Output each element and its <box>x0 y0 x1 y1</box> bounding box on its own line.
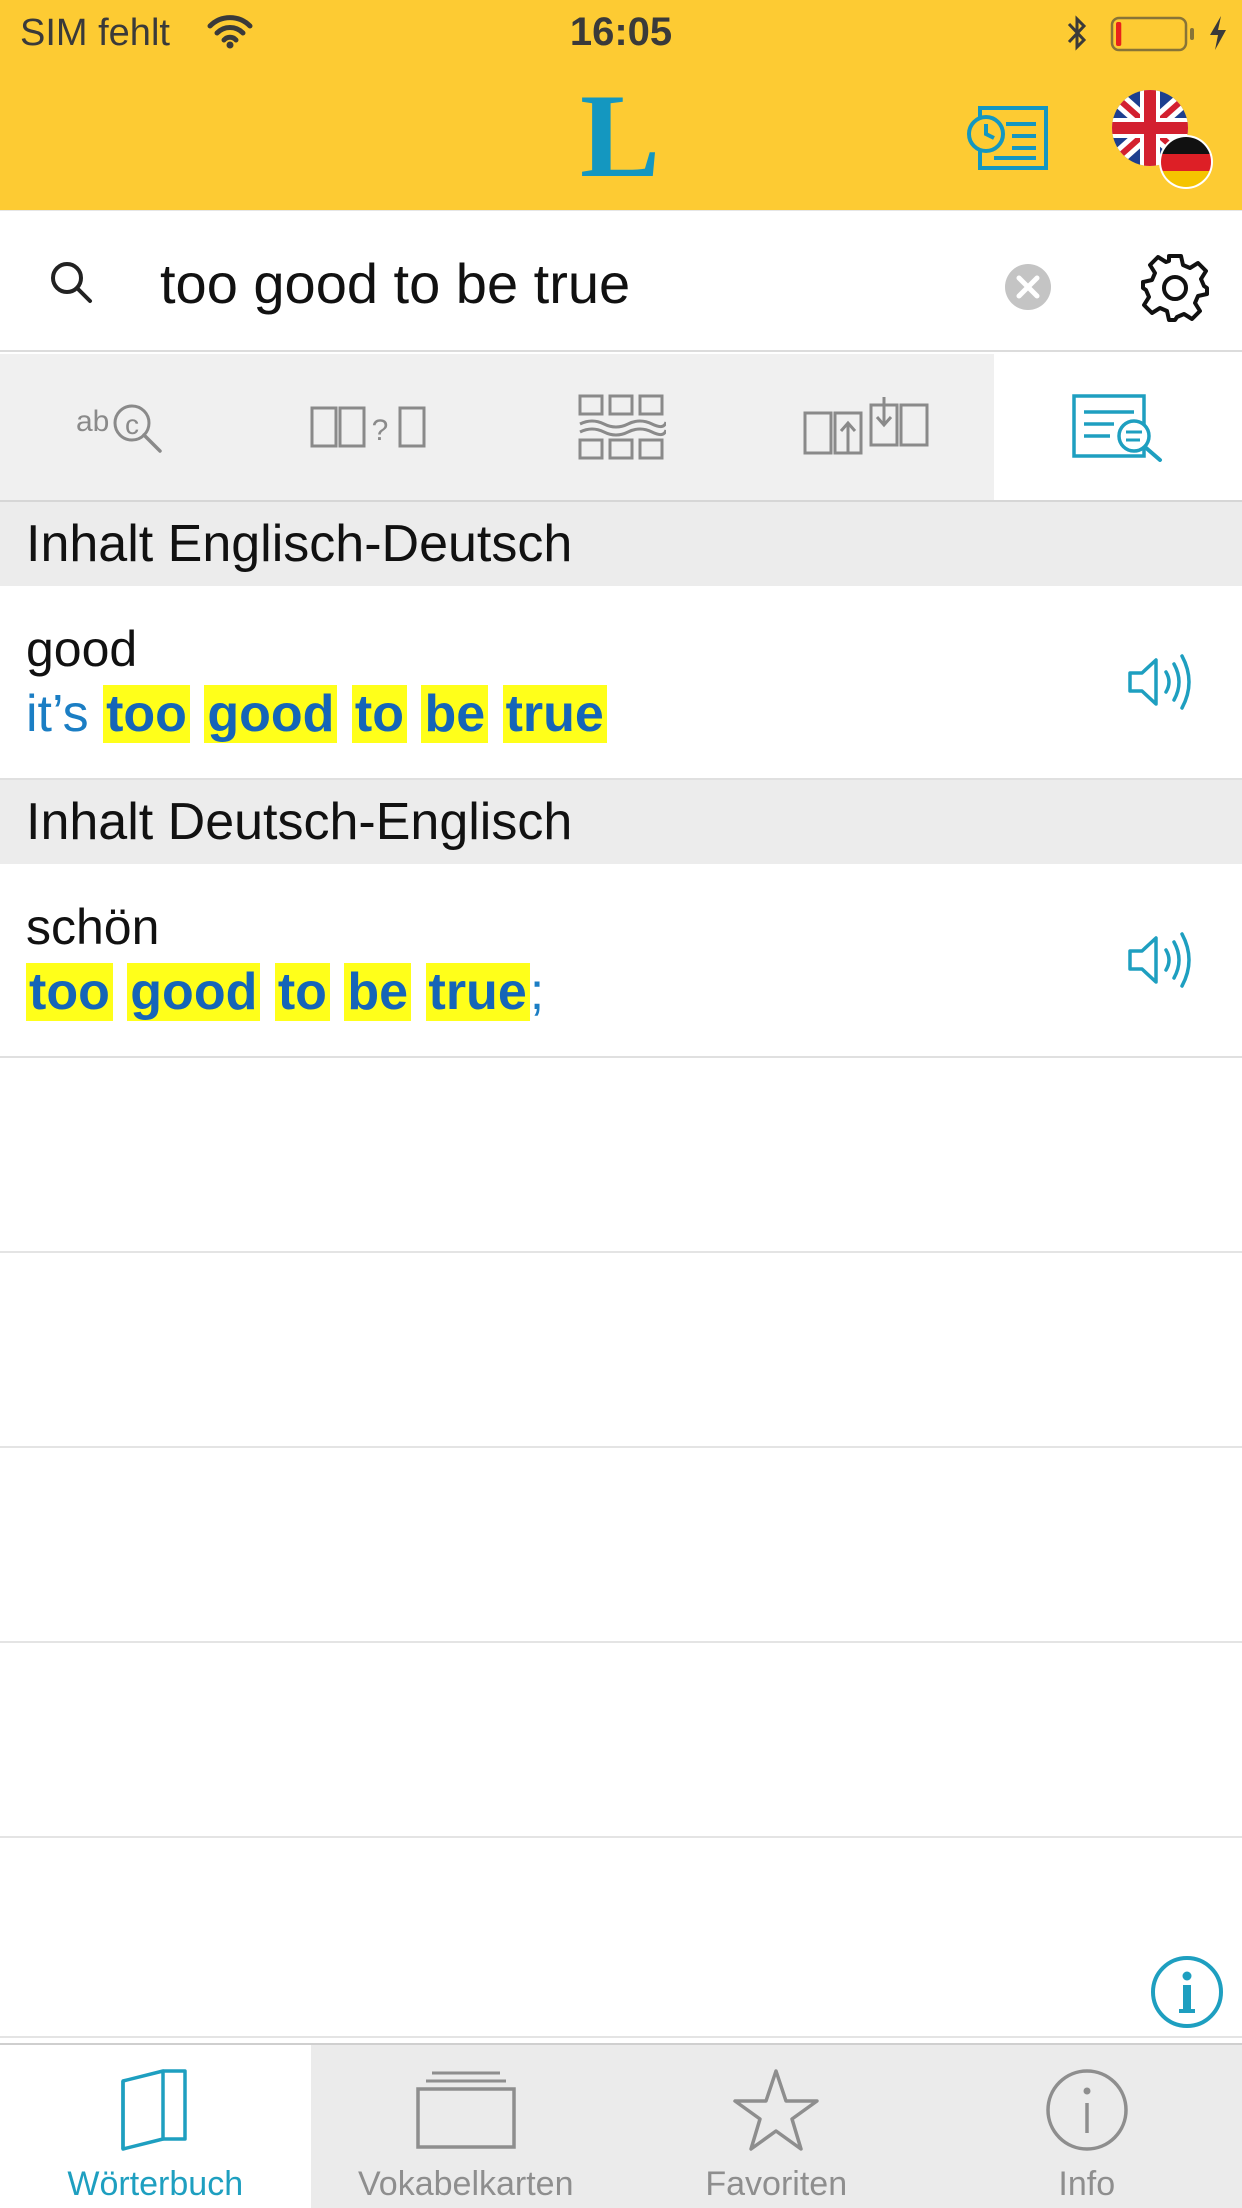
highlighted-word: too <box>26 963 113 1021</box>
result-item-good[interactable]: good it’s too good to be true <box>0 586 1242 780</box>
highlighted-word: true <box>425 963 530 1021</box>
highlighted-word: be <box>421 685 489 743</box>
gear-icon <box>1141 254 1209 322</box>
bluetooth-icon <box>1067 15 1087 51</box>
help-info-button[interactable] <box>1150 1955 1224 2029</box>
flashcards-icon <box>416 2071 516 2149</box>
status-bar: SIM fehlt 16:05 <box>0 0 1242 66</box>
tab-label: Info <box>1058 2165 1116 2203</box>
search-icon <box>51 262 92 303</box>
empty-row <box>0 1253 1242 1448</box>
flag-en-de-icon <box>1112 90 1213 189</box>
clear-search-button[interactable] <box>1004 263 1052 311</box>
fulltext-search-icon <box>1072 394 1162 462</box>
tab-fulltext-search[interactable] <box>993 354 1242 500</box>
tab-label: Vokabelkarten <box>358 2165 574 2203</box>
result-phrase: too good to be true; <box>26 962 544 1022</box>
highlighted-word: to <box>274 963 330 1021</box>
tab-favoriten[interactable]: Favoriten <box>621 2045 932 2208</box>
search-input[interactable] <box>160 243 980 323</box>
empty-row <box>0 1448 1242 1643</box>
phrase-suffix: ; <box>529 963 545 1021</box>
bottom-tab-bar: Wörterbuch Vokabelkarten Favoriten Info <box>0 2043 1242 2208</box>
svg-text:?: ? <box>371 414 388 447</box>
tab-translation-grid[interactable] <box>497 354 745 500</box>
section-title: Inhalt Deutsch-Englisch <box>26 793 573 851</box>
star-icon <box>733 2069 819 2151</box>
section-header-de-en: Inhalt Deutsch-Englisch <box>0 780 1242 864</box>
tab-spell-search[interactable]: ab c <box>0 354 248 500</box>
translation-grid-icon <box>578 394 666 460</box>
audio-button[interactable] <box>1124 646 1196 718</box>
highlighted-word: good <box>204 685 338 743</box>
highlighted-word: to <box>351 685 407 743</box>
wifi-icon <box>207 15 253 49</box>
empty-row <box>0 1643 1242 1838</box>
tab-vokabelkarten[interactable]: Vokabelkarten <box>311 2045 622 2208</box>
speaker-icon <box>1128 932 1191 988</box>
highlighted-word: be <box>344 963 412 1021</box>
section-header-en-de: Inhalt Englisch-Deutsch <box>0 502 1242 586</box>
search-mode-tabs: ab c ? <box>0 354 1242 502</box>
empty-row <box>0 1058 1242 1253</box>
section-title: Inhalt Englisch-Deutsch <box>26 515 573 573</box>
carrier-label: SIM fehlt <box>20 12 170 54</box>
clock-label: 16:05 <box>569 10 673 54</box>
langenscheidt-logo: L <box>570 69 670 202</box>
wildcard-search-icon: ? <box>310 406 426 448</box>
search-bar <box>0 210 1242 352</box>
tab-label: Favoriten <box>705 2165 848 2203</box>
info-icon <box>1046 2069 1128 2151</box>
charging-icon <box>1210 16 1226 50</box>
empty-row <box>0 1838 1242 2038</box>
highlighted-word: good <box>127 963 261 1021</box>
result-headword: good <box>26 621 138 677</box>
spell-search-icon: ab c <box>76 404 162 453</box>
svg-text:L: L <box>580 84 660 184</box>
import-export-icon <box>803 397 929 455</box>
language-switch-button[interactable] <box>1106 88 1214 196</box>
tab-woerterbuch[interactable]: Wörterbuch <box>0 2045 311 2208</box>
history-button[interactable] <box>964 100 1054 176</box>
tab-info[interactable]: Info <box>932 2045 1242 2208</box>
app-header: SIM fehlt 16:05 L <box>0 0 1242 210</box>
tab-label: Wörterbuch <box>67 2165 244 2203</box>
clear-icon <box>1005 264 1051 310</box>
settings-button[interactable] <box>1138 251 1212 325</box>
audio-button[interactable] <box>1124 924 1196 996</box>
result-item-schoen[interactable]: schön too good to be true; <box>0 864 1242 1058</box>
highlighted-word: true <box>502 685 607 743</box>
phrase-prefix: it’s <box>26 685 89 743</box>
svg-text:c: c <box>125 409 139 440</box>
book-icon <box>121 2069 187 2151</box>
result-headword: schön <box>26 899 160 955</box>
history-list-icon <box>967 106 1048 170</box>
tab-wildcard-search[interactable]: ? <box>248 354 496 500</box>
result-phrase: it’s too good to be true <box>26 684 607 744</box>
info-circle-icon <box>1151 1956 1223 2028</box>
highlighted-word: too <box>103 685 190 743</box>
svg-text:ab: ab <box>76 405 109 438</box>
speaker-icon <box>1128 654 1191 710</box>
battery-icon <box>1110 16 1194 52</box>
tab-import-export[interactable] <box>745 354 993 500</box>
